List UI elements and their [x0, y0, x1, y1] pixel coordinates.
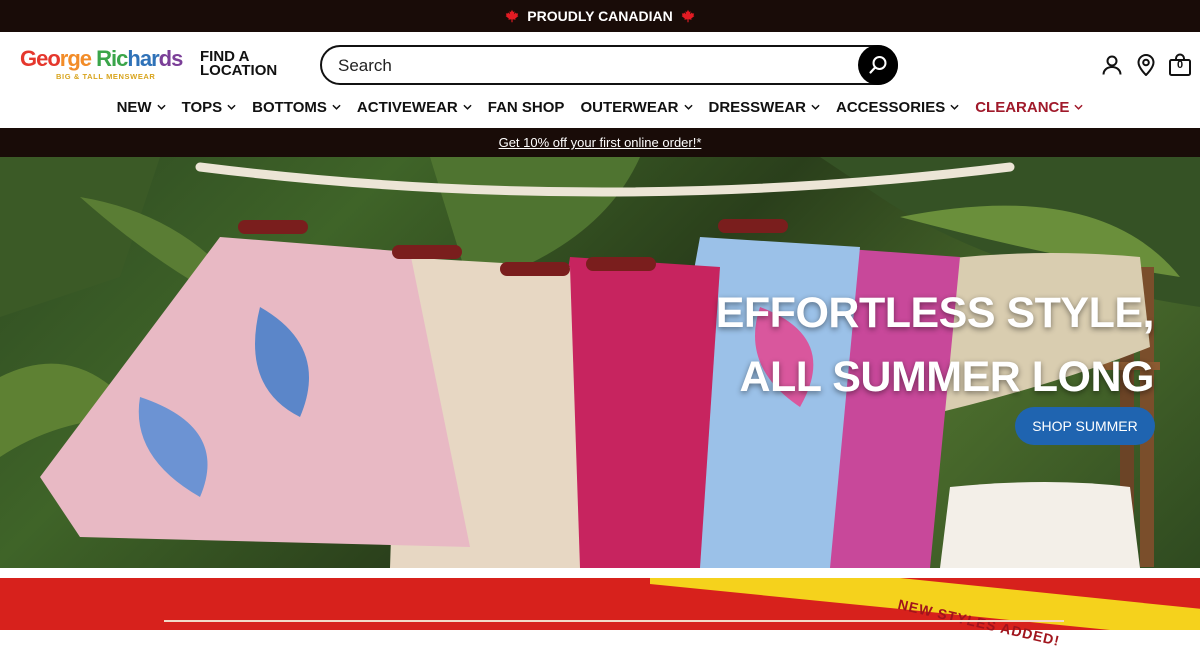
- sale-banner-background: [0, 578, 1200, 630]
- hero-headline: EFFORTLESS STYLE, ALL SUMMER LONG: [715, 289, 1155, 401]
- search-icon: [869, 56, 887, 74]
- nav-item-accessories[interactable]: ACCESSORIES: [828, 99, 967, 116]
- nav-item-clearance[interactable]: CLEARANCE: [967, 99, 1091, 116]
- maple-leaf-icon: [505, 9, 519, 23]
- site-header: George Richards BIG & TALL MENSWEAR FIND…: [0, 32, 1200, 128]
- chevron-down-icon: [811, 104, 820, 110]
- user-icon: [1102, 55, 1122, 75]
- account-button[interactable]: [1100, 52, 1124, 78]
- sale-banner-frame-line: [164, 620, 1064, 622]
- nav-item-new[interactable]: NEW: [109, 99, 174, 116]
- chevron-down-icon: [332, 104, 341, 110]
- nav-item-bottoms[interactable]: BOTTOMS: [244, 99, 349, 116]
- maple-leaf-icon: [681, 9, 695, 23]
- chevron-down-icon: [227, 104, 236, 110]
- shop-summer-button[interactable]: SHOP SUMMER: [1015, 407, 1155, 445]
- promo-bar: Get 10% off your first online order!*: [0, 128, 1200, 157]
- search-button[interactable]: [858, 45, 898, 85]
- logo-tagline: BIG & TALL MENSWEAR: [56, 72, 156, 81]
- location-pin-icon: [1137, 54, 1155, 76]
- nav-item-fan-shop[interactable]: FAN SHOP: [480, 99, 573, 116]
- logo-wordmark: George Richards: [20, 46, 183, 71]
- search-input[interactable]: [338, 55, 838, 77]
- top-announcement-bar: PROUDLY CANADIAN: [0, 0, 1200, 32]
- chevron-down-icon: [463, 104, 472, 110]
- chevron-down-icon: [950, 104, 959, 110]
- nav-item-outerwear[interactable]: OUTERWEAR: [572, 99, 700, 116]
- chevron-down-icon: [156, 104, 166, 110]
- find-location-link[interactable]: FIND A LOCATION: [200, 49, 277, 78]
- main-nav: NEW TOPS BOTTOMS ACTIVEWEAR FAN SHOP OUT…: [0, 96, 1200, 118]
- nav-item-tops[interactable]: TOPS: [174, 99, 245, 116]
- topbar-text: PROUDLY CANADIAN: [527, 8, 673, 24]
- nav-item-activewear[interactable]: ACTIVEWEAR: [349, 99, 480, 116]
- store-locator-button[interactable]: [1134, 52, 1158, 78]
- search-bar: [320, 45, 898, 85]
- cart-button[interactable]: 0: [1168, 52, 1192, 78]
- hero-banner[interactable]: EFFORTLESS STYLE, ALL SUMMER LONG SHOP S…: [0, 157, 1200, 568]
- sale-banner[interactable]: NEW STYLES ADDED!: [0, 568, 1200, 649]
- header-icons: 0: [1100, 52, 1192, 78]
- george-richards-logo[interactable]: George Richards BIG & TALL MENSWEAR: [20, 46, 192, 82]
- chevron-down-icon: [1074, 104, 1083, 110]
- first-order-discount-link[interactable]: Get 10% off your first online order!*: [499, 135, 702, 150]
- chevron-down-icon: [683, 104, 693, 110]
- nav-item-dresswear[interactable]: DRESSWEAR: [701, 99, 829, 116]
- cart-count-badge: 0: [1176, 59, 1184, 71]
